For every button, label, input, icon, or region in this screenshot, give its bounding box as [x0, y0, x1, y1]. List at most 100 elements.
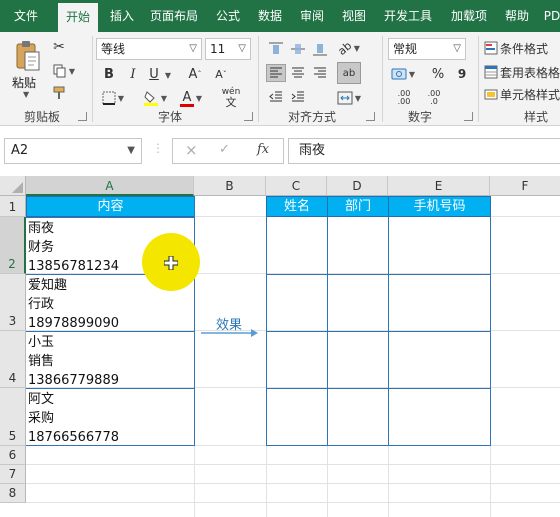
merge-center-button[interactable]: ▼ [334, 88, 364, 108]
paste-button[interactable] [8, 38, 48, 74]
align-right-icon[interactable] [310, 64, 330, 82]
cell-a5[interactable]: 阿文 采购 18766566778 [26, 390, 194, 445]
row-header-2[interactable]: 2 [0, 217, 26, 274]
clipboard-launcher-icon[interactable] [78, 112, 87, 121]
table-border [490, 217, 491, 446]
format-painter-icon[interactable] [50, 84, 68, 102]
column-header-b[interactable]: B [194, 176, 266, 196]
tab-file[interactable]: 文件 [4, 0, 48, 32]
font-launcher-icon[interactable] [244, 112, 253, 121]
percent-button[interactable]: % [424, 64, 452, 84]
copy-icon[interactable]: ▼ [50, 62, 78, 80]
cut-icon[interactable]: ✂ [50, 38, 68, 56]
tab-data[interactable]: 数据 [252, 0, 288, 32]
tab-view[interactable]: 视图 [336, 0, 372, 32]
comma-style-button[interactable]: 9 [452, 64, 472, 84]
paste-dropdown-icon[interactable]: ▼ [23, 90, 29, 99]
column-header-a[interactable]: A [26, 176, 194, 196]
tab-help[interactable]: 帮助 [500, 0, 534, 32]
align-center-icon[interactable] [288, 64, 308, 82]
table-border [266, 274, 491, 275]
cell-a4[interactable]: 小玉 销售 13866779889 [26, 333, 194, 388]
styles-group-label: 样式 [523, 110, 548, 124]
alignment-launcher-icon[interactable] [366, 112, 375, 121]
cell-styles-icon [484, 89, 498, 100]
a1-header-cell[interactable]: 内容 [26, 196, 195, 217]
result-header-phone[interactable]: 手机号码 [388, 196, 491, 217]
tab-review[interactable]: 审阅 [294, 0, 330, 32]
table-border [266, 388, 491, 389]
enter-icon[interactable]: ✓ [219, 142, 230, 157]
column-header-e[interactable]: E [388, 176, 490, 196]
merge-icon [337, 91, 353, 105]
result-header-dept[interactable]: 部门 [327, 196, 389, 217]
align-middle-icon[interactable] [288, 40, 308, 58]
cell-styles-button[interactable]: 单元格样式 [484, 84, 560, 104]
currency-icon [391, 68, 407, 80]
column-header-c[interactable]: C [266, 176, 327, 196]
divider [92, 36, 93, 122]
underline-button[interactable]: U [146, 64, 162, 84]
fill-color-button[interactable]: ▼ [140, 88, 170, 108]
select-all-corner[interactable] [0, 176, 26, 196]
tab-formulas[interactable]: 公式 [210, 0, 246, 32]
increase-font-icon: A [188, 66, 198, 82]
tab-insert[interactable]: 插入 [104, 0, 140, 32]
align-left-icon[interactable] [266, 64, 286, 82]
gridline [26, 464, 560, 465]
orientation-button[interactable]: ab ▼ [334, 38, 364, 58]
increase-indent-icon[interactable] [288, 88, 308, 106]
font-color-icon: A [182, 89, 192, 105]
row-header-8[interactable]: 8 [0, 484, 26, 503]
underline-dropdown-icon[interactable]: ▼ [163, 68, 173, 82]
conditional-format-button[interactable]: 条件格式 [484, 38, 560, 58]
wrap-text-button[interactable]: ab [337, 62, 361, 84]
row-header-3[interactable]: 3 [0, 274, 26, 331]
select-all-triangle-icon [12, 182, 23, 193]
row-header-7[interactable]: 7 [0, 465, 26, 484]
number-format-select[interactable]: 常规 ▽ [388, 38, 466, 60]
decrease-indent-icon[interactable] [266, 88, 286, 106]
result-header-name[interactable]: 姓名 [266, 196, 328, 217]
number-launcher-icon[interactable] [464, 112, 473, 121]
increase-font-button[interactable]: Aˆ [185, 64, 205, 84]
ribbon-tab-bar: 文件 开始 插入 页面布局 公式 数据 审阅 视图 开发工具 加载项 帮助 PD [0, 0, 560, 32]
row-header-1[interactable]: 1 [0, 196, 26, 217]
accounting-format-button[interactable]: ▼ [388, 64, 418, 84]
column-header-d[interactable]: D [327, 176, 388, 196]
phonetic-button[interactable]: wén 文 [216, 86, 246, 110]
worksheet-grid[interactable]: A B C D E F 1 2 3 4 5 6 7 8 内容 雨夜 财务 138… [0, 174, 560, 517]
decrease-decimal-button[interactable]: .00.0 [420, 88, 448, 108]
insert-function-icon[interactable]: fx [257, 142, 269, 157]
row-header-4[interactable]: 4 [0, 331, 26, 388]
table-border [266, 217, 267, 446]
row-header-6[interactable]: 6 [0, 446, 26, 465]
font-name-select[interactable]: 等线 ▽ [96, 38, 202, 60]
formula-input[interactable]: 雨夜 [288, 138, 560, 164]
formula-bar-grip-icon[interactable]: ⋮ [152, 141, 164, 155]
name-box[interactable]: A2 ▼ [4, 138, 142, 164]
italic-button[interactable]: I [124, 64, 142, 84]
tab-developer[interactable]: 开发工具 [378, 0, 438, 32]
cell-line: 阿文 [28, 392, 55, 407]
tab-page-layout[interactable]: 页面布局 [144, 0, 204, 32]
font-color-button[interactable]: A ▼ [176, 88, 206, 108]
increase-decimal-button[interactable]: .00.00 [390, 88, 418, 108]
border-button[interactable]: ▼ [98, 88, 128, 108]
align-bottom-icon[interactable] [310, 40, 330, 58]
name-box-dropdown-icon[interactable]: ▼ [127, 139, 135, 163]
font-size-select[interactable]: 11 ▽ [205, 38, 251, 60]
divider [382, 36, 383, 122]
column-header-f[interactable]: F [490, 176, 560, 196]
align-top-icon[interactable] [266, 40, 286, 58]
decrease-font-button[interactable]: Aˇ [211, 64, 231, 84]
tab-home[interactable]: 开始 [58, 3, 98, 32]
format-as-table-button[interactable]: 套用表格格 [484, 62, 560, 82]
tab-pdf[interactable]: PD [540, 0, 560, 32]
fill-bucket-icon [143, 91, 158, 106]
tab-addins[interactable]: 加载项 [444, 0, 494, 32]
table-border [266, 331, 491, 332]
row-header-5[interactable]: 5 [0, 388, 26, 446]
bold-button[interactable]: B [100, 64, 118, 84]
cancel-icon[interactable]: × [185, 141, 198, 159]
